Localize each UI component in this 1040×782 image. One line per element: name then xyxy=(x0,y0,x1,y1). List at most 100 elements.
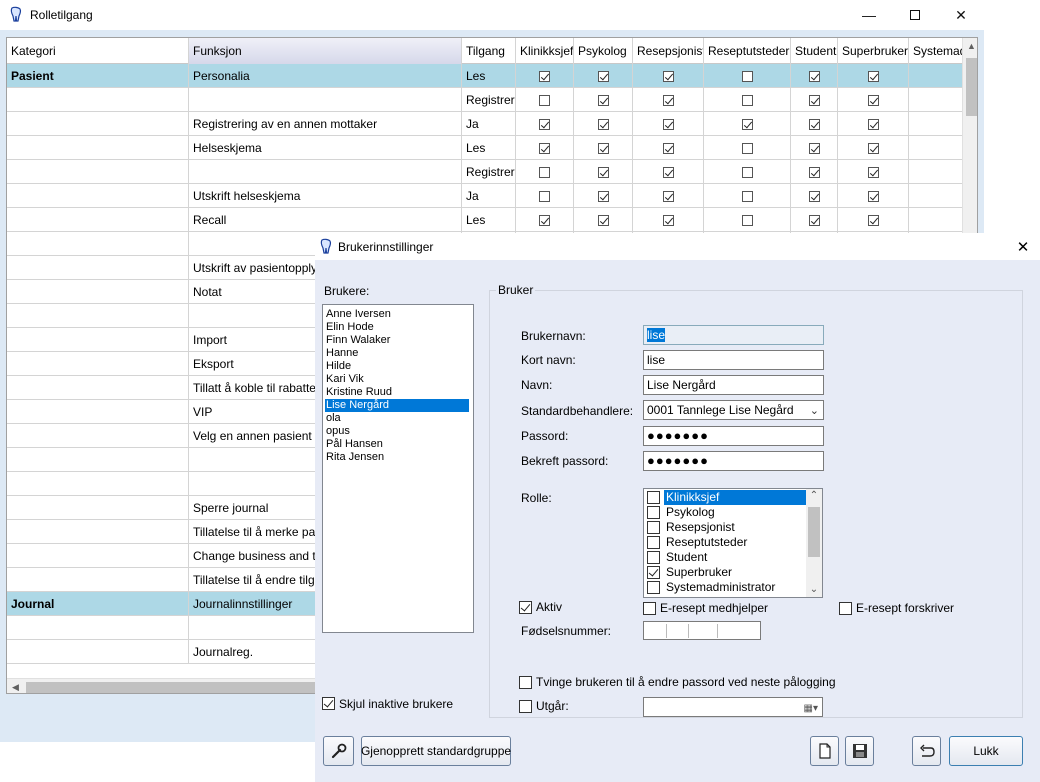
lukk-button[interactable]: Lukk xyxy=(949,736,1023,766)
table-row[interactable]: Registrer xyxy=(7,88,969,112)
role-access-checkbox[interactable] xyxy=(539,215,550,226)
scroll-thumb-horizontal[interactable] xyxy=(26,682,326,693)
tvinge-passord-checkbox[interactable] xyxy=(519,676,532,689)
minimize-button[interactable]: — xyxy=(846,0,892,30)
navn-field[interactable]: Lise Nergård xyxy=(643,375,824,395)
role-access-checkbox[interactable] xyxy=(598,167,609,178)
role-checkbox[interactable] xyxy=(647,551,660,564)
role-access-checkbox[interactable] xyxy=(539,143,550,154)
roles-listbox[interactable]: ⌃ ⌄ Klinikksjef Psykolog Resepsjonist Resep… xyxy=(643,488,823,598)
role-access-checkbox[interactable] xyxy=(663,95,674,106)
role-list-item[interactable]: Resepsjonist xyxy=(646,520,806,535)
user-list-item[interactable]: opus xyxy=(325,425,350,438)
role-access-checkbox[interactable] xyxy=(598,119,609,130)
table-row[interactable]: Recall Les xyxy=(7,208,969,232)
scroll-left-icon[interactable]: ◀ xyxy=(7,679,24,693)
user-list-item[interactable]: ola xyxy=(325,412,341,425)
role-access-checkbox[interactable] xyxy=(868,95,879,106)
brukernavn-field[interactable]: lise xyxy=(643,325,824,345)
role-access-checkbox[interactable] xyxy=(809,95,820,106)
chevron-down-icon[interactable]: ⌄ xyxy=(806,583,822,597)
table-row[interactable]: Registrer xyxy=(7,160,969,184)
column-header[interactable]: Reseptutsteder xyxy=(704,38,791,64)
column-header[interactable]: Student xyxy=(791,38,838,64)
column-header[interactable]: Resepsjonist xyxy=(633,38,704,64)
role-access-checkbox[interactable] xyxy=(742,143,753,154)
role-access-checkbox[interactable] xyxy=(868,71,879,82)
utgar-date-field[interactable]: ▦▾ xyxy=(643,697,823,717)
role-access-checkbox[interactable] xyxy=(539,95,550,106)
role-checkbox[interactable] xyxy=(647,506,660,519)
role-access-checkbox[interactable] xyxy=(742,215,753,226)
role-access-checkbox[interactable] xyxy=(598,143,609,154)
role-access-checkbox[interactable] xyxy=(539,167,550,178)
bekreft-passord-field[interactable]: ●●●●●●● xyxy=(643,451,824,471)
role-list-item[interactable]: Reseptutsteder xyxy=(646,535,806,550)
skjul-inaktive-checkbox[interactable] xyxy=(322,697,335,710)
role-list-item[interactable]: Systemadministrator xyxy=(646,580,806,595)
roles-scrollbar[interactable]: ⌃ ⌄ xyxy=(806,489,822,597)
maximize-button[interactable] xyxy=(892,0,938,30)
role-access-checkbox[interactable] xyxy=(809,143,820,154)
column-header[interactable]: Funksjon xyxy=(189,38,462,64)
user-list-item[interactable]: Hanne xyxy=(325,347,358,360)
new-button[interactable] xyxy=(810,736,839,766)
gjenopprett-standardgruppe-button[interactable]: Gjenopprett standardgruppe xyxy=(361,736,511,766)
user-list-item[interactable]: Pål Hansen xyxy=(325,438,383,451)
column-header[interactable]: Systemadministrator xyxy=(909,38,969,64)
save-button[interactable] xyxy=(845,736,874,766)
calendar-icon[interactable]: ▦▾ xyxy=(804,700,818,716)
role-access-checkbox[interactable] xyxy=(742,191,753,202)
role-checkbox[interactable] xyxy=(647,521,660,534)
role-access-checkbox[interactable] xyxy=(598,71,609,82)
user-list-item[interactable]: Kristine Ruud xyxy=(325,386,392,399)
role-access-checkbox[interactable] xyxy=(809,215,820,226)
role-access-checkbox[interactable] xyxy=(742,119,753,130)
column-header[interactable]: Superbruker xyxy=(838,38,909,64)
role-access-checkbox[interactable] xyxy=(868,215,879,226)
user-list-item[interactable]: Finn Walaker xyxy=(325,334,390,347)
user-list-item[interactable]: Lise Nergård xyxy=(325,399,469,412)
role-access-checkbox[interactable] xyxy=(868,119,879,130)
role-access-checkbox[interactable] xyxy=(809,191,820,202)
scroll-thumb[interactable] xyxy=(966,58,977,116)
user-list-item[interactable]: Kari Vik xyxy=(325,373,364,386)
user-list-item[interactable]: Rita Jensen xyxy=(325,451,384,464)
table-row[interactable]: Helseskjema Les xyxy=(7,136,969,160)
role-access-checkbox[interactable] xyxy=(742,167,753,178)
close-button[interactable]: ✕ xyxy=(938,0,984,30)
role-access-checkbox[interactable] xyxy=(663,167,674,178)
user-list-item[interactable]: Anne Iversen xyxy=(325,308,391,321)
user-list-item[interactable]: Elin Hode xyxy=(325,321,374,334)
role-access-checkbox[interactable] xyxy=(868,191,879,202)
role-access-checkbox[interactable] xyxy=(598,191,609,202)
role-list-item[interactable]: Psykolog xyxy=(646,505,806,520)
role-access-checkbox[interactable] xyxy=(539,191,550,202)
eresept-forskriver-checkbox[interactable] xyxy=(839,602,852,615)
table-row[interactable]: Pasient Personalia Les xyxy=(7,64,969,88)
users-listbox[interactable]: Anne Iversen Elin Hode Finn Walaker Hanne Hi… xyxy=(322,304,474,633)
role-checkbox[interactable] xyxy=(647,491,660,504)
column-header[interactable]: Tilgang xyxy=(462,38,516,64)
scroll-up-icon[interactable]: ▲ xyxy=(963,38,977,55)
chevron-up-icon[interactable]: ⌃ xyxy=(806,489,822,503)
user-list-item[interactable]: Hilde xyxy=(325,360,351,373)
eresept-medhjelper-checkbox[interactable] xyxy=(643,602,656,615)
role-list-item[interactable]: Klinikksjef xyxy=(646,490,806,505)
utgar-checkbox[interactable] xyxy=(519,700,532,713)
aktiv-checkbox[interactable] xyxy=(519,601,532,614)
role-access-checkbox[interactable] xyxy=(598,95,609,106)
role-access-checkbox[interactable] xyxy=(663,119,674,130)
role-access-checkbox[interactable] xyxy=(742,71,753,82)
undo-button[interactable] xyxy=(912,736,941,766)
column-header[interactable]: Klinikksjef xyxy=(516,38,574,64)
role-list-item[interactable]: Student xyxy=(646,550,806,565)
passord-field[interactable]: ●●●●●●● xyxy=(643,426,824,446)
table-row[interactable]: Utskrift helseskjema Ja xyxy=(7,184,969,208)
role-checkbox[interactable] xyxy=(647,581,660,594)
settings-tool-button[interactable] xyxy=(323,736,354,766)
role-access-checkbox[interactable] xyxy=(809,119,820,130)
role-list-item[interactable]: Superbruker xyxy=(646,565,806,580)
role-access-checkbox[interactable] xyxy=(809,167,820,178)
role-access-checkbox[interactable] xyxy=(663,191,674,202)
